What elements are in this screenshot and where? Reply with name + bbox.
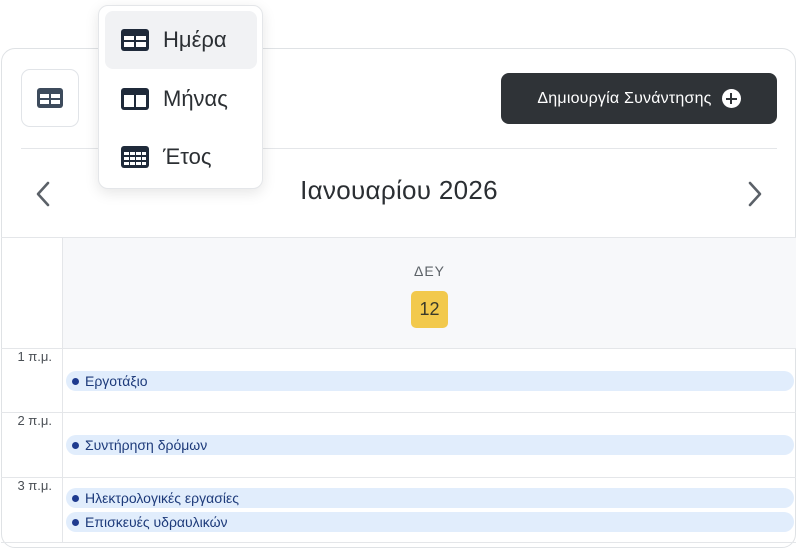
menu-item-year[interactable]: Έτος <box>105 128 257 186</box>
month-view-icon <box>121 88 149 110</box>
hour-line <box>1 412 796 413</box>
event-title: Επισκευές υδραυλικών <box>85 514 228 530</box>
menu-item-label: Ημέρα <box>163 27 227 52</box>
weekday-label: ΔΕΥ <box>413 263 446 279</box>
view-dropdown-menu: Ημέρα Μήνας Έτος <box>98 5 263 189</box>
event-title: Εργοτάξιο <box>85 373 148 389</box>
event-dot <box>72 518 79 526</box>
event-title: Συντήρηση δρόμων <box>85 437 208 453</box>
event-item[interactable]: Ηλεκτρολογικές εργασίες <box>66 488 794 508</box>
event-dot <box>72 441 79 449</box>
create-meeting-label: Δημιουργία Συνάντησης <box>537 89 712 107</box>
day-column-header: ΔΕΥ 12 <box>63 238 796 348</box>
menu-item-month[interactable]: Μήνας <box>105 70 257 128</box>
hour-label: 2 π.μ. <box>17 413 52 428</box>
menu-item-day[interactable]: Ημέρα <box>105 11 257 69</box>
event-dot <box>72 377 79 385</box>
event-title: Ηλεκτρολογικές εργασίες <box>85 490 239 506</box>
hour-line <box>1 348 796 349</box>
event-dot <box>72 494 79 502</box>
event-item[interactable]: Εργοτάξιο <box>66 371 794 391</box>
today-date-badge[interactable]: 12 <box>411 291 448 328</box>
create-meeting-button[interactable]: Δημιουργία Συνάντησης <box>501 73 777 124</box>
hour-line <box>1 477 796 478</box>
menu-item-label: Μήνας <box>163 86 228 111</box>
event-item[interactable]: Συντήρηση δρόμων <box>66 435 794 455</box>
view-switcher-button[interactable] <box>21 69 79 127</box>
hour-label: 3 π.μ. <box>17 478 52 493</box>
day-view-icon <box>121 29 149 51</box>
event-item[interactable]: Επισκευές υδραυλικών <box>66 512 794 532</box>
day-view-icon <box>37 88 63 108</box>
plus-circle-icon <box>721 89 741 108</box>
chevron-right-icon[interactable] <box>744 180 764 208</box>
year-view-icon <box>121 146 149 168</box>
hour-label: 1 π.μ. <box>17 349 52 364</box>
menu-item-label: Έτος <box>163 144 212 169</box>
